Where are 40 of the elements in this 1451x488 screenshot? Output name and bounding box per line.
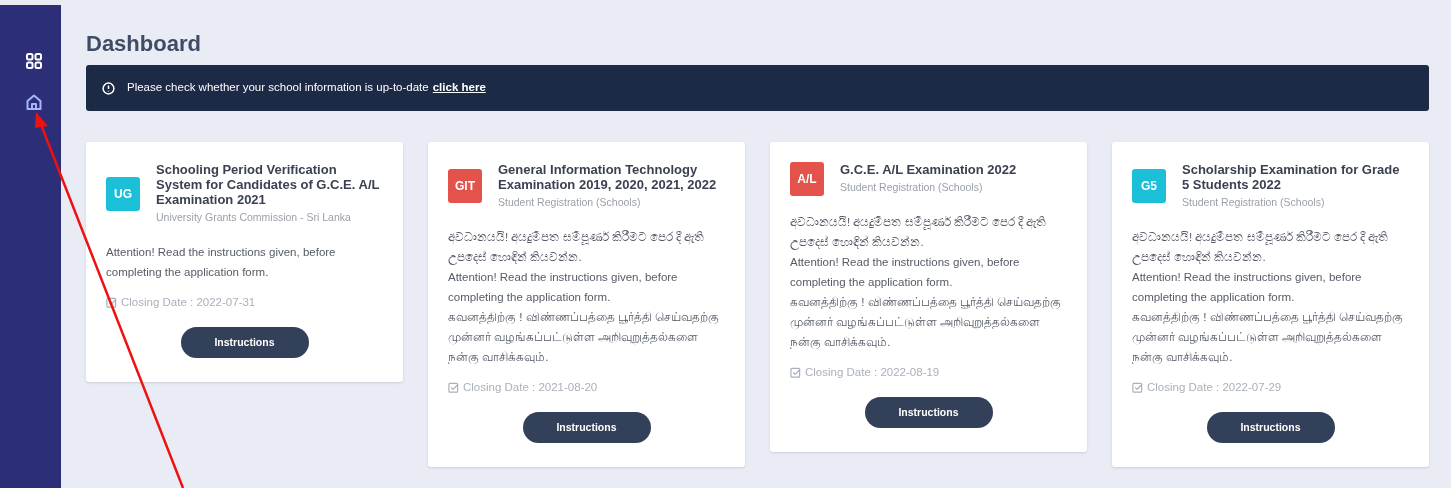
card-badge: UG [106,176,140,211]
card-text: கவனத்திற்கு ! விண்ணப்பத்தை பூர்த்தி செய்வதற்கு முன்னர் வழங்கப்பட்டுள்ள அறிவுறுத்தல்களை நன்கு வாசிக்கவும். [1132,309,1404,366]
card-badge: A/L [790,162,824,196]
click-here-link[interactable]: click here [432,79,486,97]
closing-date: Closing Date : 2022-07-31 [121,294,256,310]
instructions-button[interactable]: Instructions [1206,412,1335,443]
instructions-button[interactable]: Instructions [180,327,309,358]
card-subtitle: University Grants Commission - Sri Lanka [156,210,352,225]
checkbox-icon [106,296,117,308]
card-title: G.C.E. A/L Examination 2022 [840,162,1017,178]
checkbox-icon [790,367,801,379]
card-text: Attention! Read the instructions given, before completing the application form. [448,269,679,305]
notice-text: Please check whether your school information is up-to-date [127,80,429,96]
card-text: අවධානයයි! අයදුම්පත සම්පූර්ණ කිරීමට පෙර දී ඇති උපදෙස් හොඳින් කියවන්න. [1132,229,1390,267]
closing-date: Closing Date : 2021-08-20 [463,379,598,395]
card-subtitle: Student Registration (Schools) [1182,195,1326,210]
card-title: Schooling Period Verification System for Candidates of G.C.E. A/L Examination 2021 [156,162,381,207]
card-text: கவனத்திற்கு ! விண்ணப்பத்தை பூர்த்தி செய்வதற்கு முன்னர் வழங்கப்பட்டுள்ள அறிவுறுத்தல்களை நன்கு வாசிக்கவும். [448,309,720,366]
info-icon [102,81,115,95]
instructions-button[interactable]: Instructions [864,397,993,429]
card-text: Attention! Read the instructions given, before completing the application form. [1132,269,1363,305]
checkbox-icon [1132,381,1143,393]
card-subtitle: Student Registration (Schools) [498,195,642,210]
card-text: கவனத்திற்கு ! விண்ணப்பத்தை பூர்த்தி செய்வதற்கு முன்னர் வழங்கப்பட்டுள்ள அறிவுறுத்தல்களை நன்கு வாசிக்கவும். [790,295,1062,351]
card-text: Attention! Read the instructions given, before completing the application form. [790,255,1021,290]
card-subtitle: Student Registration (Schools) [840,180,984,196]
checkbox-icon [448,381,459,393]
card-badge: GIT [448,169,482,204]
card-title: General Information Technology Examination 2019, 2020, 2021, 2022 [498,162,718,192]
grid-icon[interactable] [24,52,43,70]
page-title: Dashboard [86,30,202,58]
instructions-button[interactable]: Instructions [522,412,651,443]
closing-date: Closing Date : 2022-07-29 [1147,379,1282,395]
card-text: අවධානයයි! අයදුම්පත සම්පූර්ණ කිරීමට පෙර දී ඇති උපදෙස් හොඳින් කියවන්න. [448,229,706,267]
card-text: Attention! Read the instructions given, before completing the application form. [106,244,337,280]
card-title: Scholarship Examination for Grade 5 Students 2022 [1182,162,1401,192]
card-badge: G5 [1132,169,1166,204]
home-icon[interactable] [24,93,43,111]
closing-date: Closing Date : 2022-08-19 [805,365,940,380]
card-text: අවධානයයි! අයදුම්පත සම්පූර්ණ කිරීමට පෙර දී ඇති උපදෙස් හොඳින් කියවන්න. [790,214,1048,252]
